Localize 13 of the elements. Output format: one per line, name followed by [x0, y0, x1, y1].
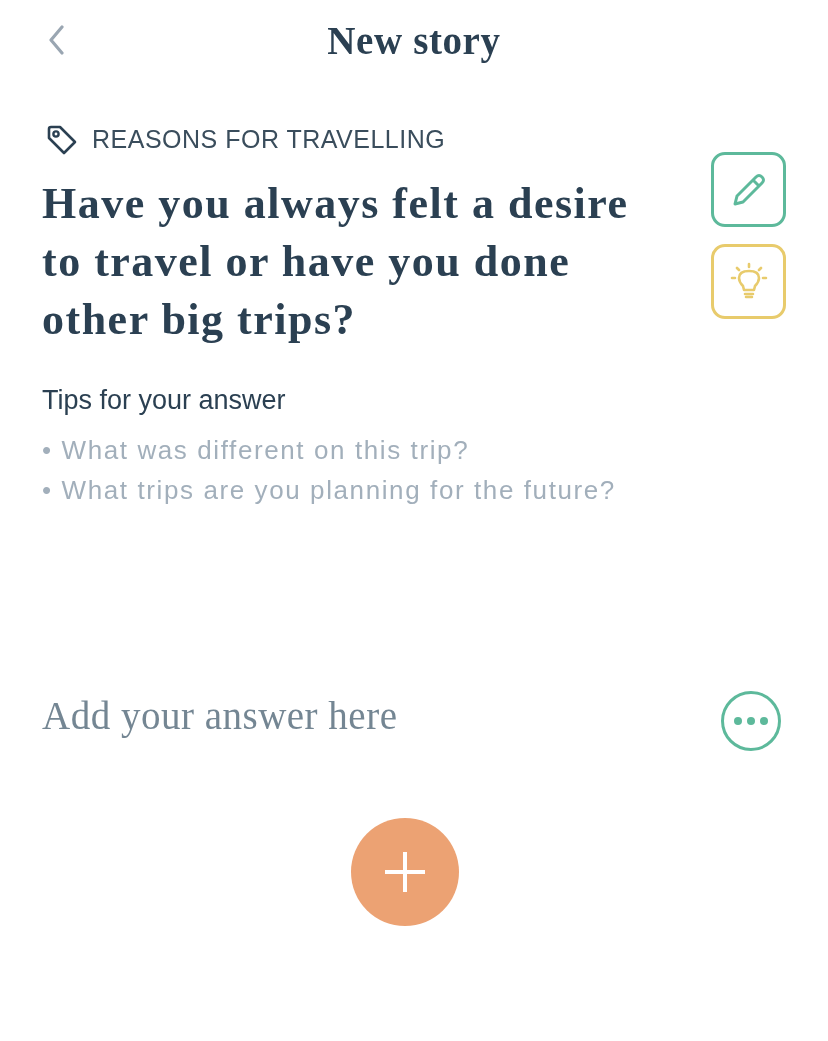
question-heading: Have you always felt a desire to travel or have you done other big trips? [42, 178, 630, 346]
plus-icon [385, 852, 425, 892]
more-dots-icon [734, 717, 768, 725]
more-button[interactable] [721, 691, 781, 751]
edit-button[interactable] [711, 152, 786, 227]
tips-heading: Tips for your answer [42, 384, 287, 417]
tip-item: • What trips are you planning for the future? [42, 474, 617, 507]
tip-item: • What was different on this trip? [42, 434, 471, 467]
category-label: REASONS FOR TRAVELLING [92, 124, 446, 156]
tag-icon [46, 124, 78, 156]
idea-button[interactable] [711, 244, 786, 319]
back-chevron-icon [48, 25, 64, 55]
answer-field[interactable]: Add your answer here [42, 691, 721, 741]
